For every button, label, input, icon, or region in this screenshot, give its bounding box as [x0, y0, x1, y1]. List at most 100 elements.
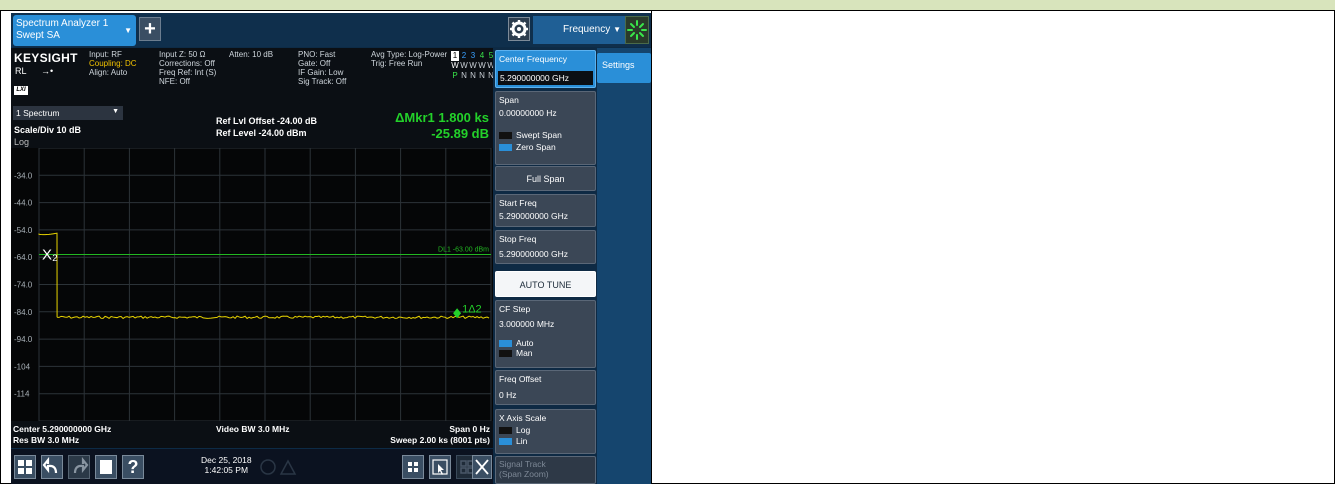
span-label: Span 0 Hz	[449, 424, 490, 434]
gear-icon[interactable]	[508, 17, 530, 41]
menu-dropdown-frequency[interactable]: Frequency ▼	[533, 16, 627, 44]
cf-step-softkey[interactable]: CF Step 3.000000 MHz Auto Man	[495, 300, 596, 368]
freq-ref-setting: Freq Ref: Int (S)	[159, 68, 217, 77]
chevron-down-icon: ▼	[613, 25, 621, 34]
signal-track-softkey[interactable]: Signal Track (Span Zoom)	[495, 456, 596, 484]
trace-detector: P	[452, 71, 458, 80]
softkey-label: Stop Freq	[499, 234, 537, 244]
trace-number: 1	[451, 51, 459, 61]
touch-gesture-icon	[259, 458, 299, 476]
redo-icon[interactable]	[68, 455, 90, 479]
cf-step-auto-radio[interactable]	[499, 340, 512, 347]
coupling-setting: Coupling: DC	[89, 59, 137, 68]
keysight-logo: KEYSIGHT	[14, 51, 78, 65]
maximize-icon[interactable]	[472, 455, 492, 479]
trace-selector-dropdown[interactable]: 1 Spectrum ▼	[13, 106, 123, 120]
tab-title: Spectrum Analyzer 1	[16, 18, 109, 29]
log-scale-label: Log	[14, 137, 30, 147]
stop-freq-softkey[interactable]: Stop Freq 5.290000000 GHz	[495, 230, 596, 264]
y-tick-label: -44.0	[14, 199, 33, 208]
input-z-setting: Input Z: 50 Ω	[159, 50, 206, 59]
tab-settings[interactable]: Settings	[597, 53, 651, 83]
trace-detector: N	[461, 71, 467, 80]
trace-detector: N	[470, 71, 476, 80]
trace-type: W	[469, 61, 477, 70]
y-tick-label: -64.0	[14, 253, 33, 262]
chevron-down-icon: ▼	[112, 108, 119, 115]
span-value: 0.00000000 Hz	[499, 108, 557, 118]
graph-header: 1 Spectrum ▼ Scale/Div 10 dB Log Ref Lvl…	[11, 103, 493, 148]
display-line-label: DL1 -63.00 dBm	[438, 246, 489, 253]
lxi-badge: LXI	[14, 86, 28, 95]
x-axis-log-radio[interactable]	[499, 427, 512, 434]
cf-step-auto-label: Auto	[516, 338, 534, 348]
y-tick-label: -104	[14, 362, 31, 371]
stop-freq-value: 5.290000000 GHz	[499, 249, 568, 259]
center-frequency-softkey[interactable]: Center Frequency 5.290000000 GHz	[495, 50, 596, 88]
trace-number: 3	[470, 51, 476, 60]
y-tick-label: -94.0	[14, 335, 33, 344]
clock-time: 1:42:05 PM	[204, 465, 249, 475]
graph-footer: Center 5.290000000 GHz Res BW 3.0 MHz Vi…	[11, 421, 493, 448]
softkey-label: Span	[499, 95, 519, 105]
input-arrow-icon: →•	[41, 66, 54, 76]
title-bar: Spectrum Analyzer 1 Swept SA ▼ + Frequen…	[11, 13, 651, 47]
undo-icon[interactable]	[41, 455, 63, 479]
sweep-label: Sweep 2.00 ks (8001 pts)	[390, 435, 490, 445]
help-icon[interactable]: ?	[122, 455, 144, 479]
full-span-button[interactable]: Full Span	[495, 166, 596, 191]
tab-mode: Swept SA	[16, 30, 60, 41]
signal-track-sub-label: (Span Zoom)	[499, 469, 549, 479]
softkey-label: X Axis Scale	[499, 413, 547, 423]
atten-setting: Atten: 10 dB	[229, 50, 274, 59]
y-tick-label: -34.0	[14, 171, 33, 180]
touch-select-icon[interactable]	[429, 455, 451, 479]
freq-offset-value: 0 Hz	[499, 390, 517, 400]
trace-type: W	[460, 61, 468, 70]
marker-value: -25.89 dB	[431, 126, 489, 141]
zero-span-radio[interactable]	[499, 144, 512, 151]
input-setting: Input: RF	[89, 50, 122, 59]
add-tab-button[interactable]: +	[139, 17, 161, 41]
span-softkey[interactable]: Span 0.00000000 Hz Swept Span Zero Span	[495, 91, 596, 165]
trace-type: W	[451, 61, 459, 70]
trace-detector: N	[479, 71, 485, 80]
settings-side-panel	[597, 48, 651, 484]
video-bw-label: Video BW 3.0 MHz	[216, 424, 290, 434]
ref-level-label: Ref Level -24.00 dBm	[216, 128, 307, 138]
trig-setting: Trig: Free Run	[371, 59, 423, 68]
busy-spinner-icon	[625, 16, 649, 44]
start-freq-softkey[interactable]: Start Freq 5.290000000 GHz	[495, 194, 596, 227]
windows-start-icon[interactable]	[14, 455, 36, 479]
nfe-setting: NFE: Off	[159, 77, 190, 86]
tab-spectrum-analyzer[interactable]: Spectrum Analyzer 1 Swept SA ▼	[13, 15, 136, 46]
plot-canvas: -34.0 -44.0 -54.0 -64.0 -74.0 -84.0 -94.0 -104 -…	[14, 148, 492, 421]
freq-offset-softkey[interactable]: Freq Offset 0 Hz	[495, 370, 596, 405]
auto-tune-label: AUTO TUNE	[519, 280, 572, 290]
center-frequency-value: 5.290000000 GHz	[498, 71, 593, 85]
softkey-label: Start Freq	[499, 198, 537, 208]
clock-date: Dec 25, 2018	[201, 455, 252, 465]
trace-selector-label: 1 Spectrum	[16, 108, 60, 118]
trace-line	[38, 232, 490, 320]
x-axis-scale-softkey[interactable]: X Axis Scale Log Lin	[495, 409, 596, 454]
taskbar: ? Dec 25, 2018 1:42:05 PM	[11, 449, 493, 484]
cf-step-man-label: Man	[516, 348, 533, 358]
y-tick-label: -74.0	[14, 281, 33, 290]
file-icon[interactable]	[95, 455, 117, 479]
full-span-label: Full Span	[526, 174, 565, 184]
swept-span-radio[interactable]	[499, 132, 512, 139]
res-bw-label: Res BW 3.0 MHz	[13, 435, 80, 445]
align-setting: Align: Auto	[89, 68, 128, 77]
auto-tune-button[interactable]: AUTO TUNE	[495, 271, 596, 297]
x-axis-lin-radio[interactable]	[499, 438, 512, 445]
menu-label: Frequency	[563, 24, 611, 35]
cf-step-man-radio[interactable]	[499, 350, 512, 357]
sig-track-setting: Sig Track: Off	[298, 77, 347, 86]
softkey-label: Center Frequency	[499, 54, 568, 64]
grid-layout-icon[interactable]	[402, 455, 424, 479]
x-axis-lin-label: Lin	[516, 436, 528, 446]
chevron-down-icon: ▼	[124, 26, 132, 35]
spectrum-plot[interactable]: -34.0 -44.0 -54.0 -64.0 -74.0 -84.0 -94.0 -104 -…	[11, 148, 493, 421]
cf-step-value: 3.000000 MHz	[499, 319, 555, 329]
